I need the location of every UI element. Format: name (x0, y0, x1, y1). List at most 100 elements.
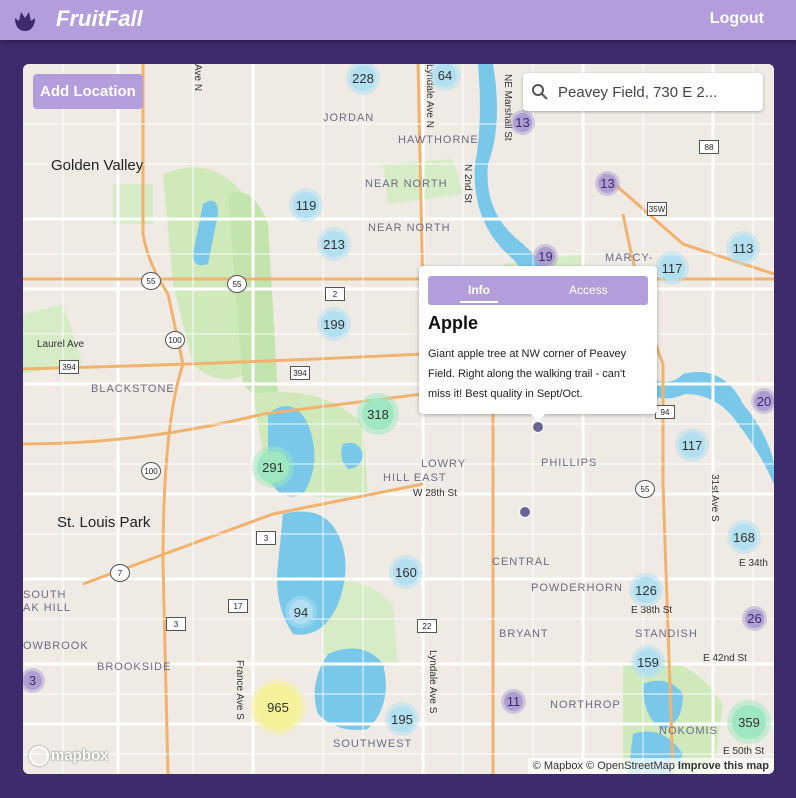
place-label: NEAR NORTH (368, 222, 451, 234)
cluster-marker[interactable]: 159 (635, 649, 661, 675)
street-label: W 28th St (413, 488, 457, 499)
place-label: OWBROOK (23, 640, 89, 652)
highway-shield: 22 (417, 619, 437, 633)
place-label: BLACKSTONE (91, 383, 175, 395)
app-brand[interactable]: FruitFall (56, 6, 143, 32)
highway-shield: 35W (647, 202, 667, 216)
popup-tabs: Info Access (428, 276, 648, 305)
place-label: BRYANT (499, 628, 549, 640)
highway-shield: 3 (256, 531, 276, 545)
tulip-logo-icon[interactable] (12, 7, 38, 33)
street-label: Laurel Ave (37, 339, 85, 350)
place-label: PHILLIPS (541, 457, 598, 469)
city-label: St. Louis Park (57, 514, 151, 531)
place-label: AK HILL (23, 602, 71, 614)
place-label: HAWTHORNE (398, 134, 479, 146)
street-label: NE Marshall St (502, 74, 513, 141)
place-label: MARCY- (605, 252, 654, 264)
search-box[interactable]: Peavey Field, 730 E 2... (523, 73, 763, 111)
mapbox-icon (29, 746, 49, 766)
active-tab-indicator (460, 301, 498, 303)
app-header: FruitFall Logout (0, 0, 796, 40)
cluster-marker[interactable]: 26 (745, 609, 764, 628)
highway-shield: 3 (166, 617, 186, 631)
highway-shield: 100 (141, 462, 161, 480)
highway-shield: 55 (227, 275, 247, 293)
location-popup: Info Access Apple Giant apple tree at NW… (419, 266, 657, 414)
cluster-marker[interactable]: 20 (754, 391, 774, 411)
cluster-marker[interactable]: 126 (633, 577, 659, 603)
street-label: N 2nd St (462, 164, 473, 203)
mapbox-logo[interactable]: mapbox (29, 746, 109, 766)
highway-shield: 94 (655, 405, 675, 419)
logout-button[interactable]: Logout (710, 10, 764, 28)
highway-shield: 55 (141, 272, 161, 290)
improve-map-link[interactable]: Improve this map (678, 760, 769, 772)
highway-shield: 55 (635, 480, 655, 498)
highway-shield: 2 (325, 287, 345, 301)
cluster-marker[interactable]: 160 (393, 559, 419, 585)
place-label: NEAR NORTH (365, 178, 448, 190)
cluster-marker[interactable]: 13 (513, 113, 532, 132)
cluster-marker[interactable]: 13 (598, 174, 617, 193)
cluster-marker[interactable]: 359 (732, 705, 766, 739)
cluster-marker[interactable]: 117 (659, 255, 685, 281)
cluster-marker[interactable]: 117 (679, 432, 705, 458)
place-label: SOUTHWEST (333, 738, 413, 750)
location-pin[interactable] (532, 421, 544, 433)
popup-tip (530, 413, 546, 422)
cluster-marker[interactable]: 3 (23, 671, 42, 690)
cluster-marker[interactable]: 19 (536, 247, 555, 266)
cluster-marker[interactable]: 199 (321, 311, 347, 337)
cluster-marker[interactable]: 11 (504, 692, 523, 711)
street-label: France Ave S (234, 660, 245, 720)
cluster-marker[interactable]: 228 (350, 65, 376, 91)
cluster-marker[interactable]: 318 (362, 398, 394, 430)
street-label: E 34th (739, 558, 768, 569)
street-label: Lyndale Ave S (427, 650, 438, 714)
place-label: JORDAN (323, 112, 375, 124)
place-label: CENTRAL (492, 556, 551, 568)
tab-access[interactable]: Access (569, 283, 608, 297)
street-label: E 50th St (723, 746, 765, 757)
city-label: Golden Valley (51, 157, 144, 174)
place-label: POWDERHORN (531, 582, 623, 594)
highway-shield: 394 (59, 360, 79, 374)
search-input[interactable]: Peavey Field, 730 E 2... (558, 84, 753, 101)
highway-shield: 88 (699, 140, 719, 154)
location-pin[interactable] (519, 506, 531, 518)
street-label: E 38th St (631, 605, 673, 616)
cluster-marker[interactable]: 64 (433, 64, 457, 87)
place-label: NORTHROP (550, 699, 621, 711)
map[interactable]: JORDAN HAWTHORNE NEAR NORTH NEAR NORTH G… (23, 64, 774, 774)
place-label: SOUTH (23, 589, 67, 601)
highway-shield: 100 (165, 331, 185, 349)
tab-info[interactable]: Info (468, 283, 490, 297)
cluster-marker[interactable]: 291 (257, 451, 289, 483)
cluster-marker[interactable]: 119 (293, 192, 319, 218)
cluster-marker[interactable]: 94 (289, 600, 313, 624)
street-label: E 42nd St (703, 653, 747, 664)
popup-description: Giant apple tree at NW corner of Peavey … (428, 348, 627, 400)
osm-attribution-link[interactable]: © OpenStreetMap (586, 760, 675, 772)
cluster-marker[interactable]: 113 (730, 235, 756, 261)
place-label: BROOKSIDE (97, 661, 172, 673)
popup-title: Apple (428, 313, 479, 333)
highway-shield: 17 (228, 599, 248, 613)
search-icon (532, 84, 548, 100)
mapbox-logo-text: mapbox (51, 746, 109, 764)
place-label: LOWRY (421, 458, 467, 470)
cluster-marker[interactable]: 213 (321, 231, 347, 257)
place-label: NOKOMIS (659, 725, 718, 737)
map-attribution: © Mapbox © OpenStreetMap Improve this ma… (527, 758, 774, 774)
street-label: Ave N (192, 64, 203, 92)
highway-shield: 7 (110, 564, 130, 582)
place-label: STANDISH (635, 628, 698, 640)
highway-shield: 394 (290, 366, 310, 380)
cluster-marker[interactable]: 965 (255, 684, 301, 730)
cluster-marker[interactable]: 195 (389, 706, 415, 732)
add-location-button[interactable]: Add Location (33, 74, 143, 109)
mapbox-attribution-link[interactable]: © Mapbox (533, 760, 583, 772)
place-label: HILL EAST (383, 472, 447, 484)
cluster-marker[interactable]: 168 (731, 524, 757, 550)
